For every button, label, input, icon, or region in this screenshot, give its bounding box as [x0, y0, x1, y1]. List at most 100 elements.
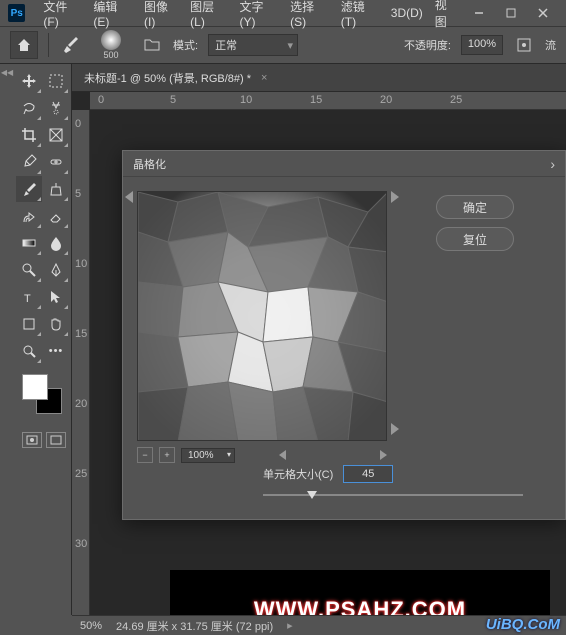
- ruler-tick: 10: [240, 94, 252, 106]
- ruler-tick: 15: [75, 328, 87, 340]
- menu-edit[interactable]: 编辑(E): [87, 0, 138, 29]
- brush-tool[interactable]: [16, 176, 42, 202]
- move-tool[interactable]: [16, 68, 42, 94]
- preview-area: − + 100%: [137, 191, 387, 463]
- dialog-titlebar[interactable]: 晶格化 ›: [123, 151, 565, 177]
- document-title: 未标题-1 @ 50% (背景, RGB/8#) *: [84, 70, 251, 86]
- flow-label-partial: 流: [545, 37, 556, 53]
- hand-tool[interactable]: [43, 311, 69, 337]
- preview-prev-icon[interactable]: [279, 450, 286, 460]
- lasso-tool[interactable]: [16, 95, 42, 121]
- menu-layer[interactable]: 图层(L): [184, 0, 233, 29]
- preview-nav-up-icon[interactable]: [125, 191, 133, 203]
- cell-size-label: 单元格大小(C): [263, 466, 333, 482]
- ruler-tick: 5: [170, 94, 176, 106]
- healing-tool[interactable]: [43, 149, 69, 175]
- ruler-tick: 0: [98, 94, 104, 106]
- ruler-tick: 15: [310, 94, 322, 106]
- eyedropper-tool[interactable]: [16, 149, 42, 175]
- home-button[interactable]: [10, 31, 38, 59]
- tools-panel: T •••: [14, 64, 72, 615]
- blur-tool[interactable]: [43, 230, 69, 256]
- zoom-in-button[interactable]: +: [159, 447, 175, 463]
- foreground-color[interactable]: [22, 374, 48, 400]
- window-minimize-button[interactable]: [464, 3, 494, 23]
- ruler-tick: 25: [75, 468, 87, 480]
- tab-close-button[interactable]: ×: [261, 72, 267, 84]
- dialog-close-button[interactable]: ›: [550, 156, 555, 172]
- ruler-tick: 30: [75, 538, 87, 550]
- home-icon: [16, 37, 32, 53]
- menu-type[interactable]: 文字(Y): [234, 0, 285, 29]
- canvas-image: WWW.PSAHZ.COM: [170, 570, 550, 615]
- options-bar: 500 模式: 正常 不透明度: 100% 流: [0, 26, 566, 64]
- status-zoom[interactable]: 50%: [80, 620, 102, 632]
- ruler-horizontal[interactable]: 0 5 10 15 20 25: [90, 92, 566, 110]
- menu-bar: Ps 文件(F) 编辑(E) 图像(I) 图层(L) 文字(Y) 选择(S) 滤…: [0, 0, 566, 26]
- status-dimensions: 24.69 厘米 x 31.75 厘米 (72 ppi): [116, 618, 273, 634]
- gradient-tool[interactable]: [16, 230, 42, 256]
- marquee-tool[interactable]: [43, 68, 69, 94]
- crystallize-dialog: 晶格化 › − + 100%: [122, 150, 566, 520]
- status-menu-arrow-icon[interactable]: ▸: [287, 619, 293, 632]
- ruler-tick: 20: [380, 94, 392, 106]
- quick-mask-toggle[interactable]: [22, 432, 42, 448]
- crop-tool[interactable]: [16, 122, 42, 148]
- menu-image[interactable]: 图像(I): [138, 0, 184, 29]
- menu-3d[interactable]: 3D(D): [385, 6, 429, 20]
- svg-text:T: T: [24, 293, 31, 305]
- type-tool[interactable]: T: [16, 284, 42, 310]
- clone-stamp-tool[interactable]: [43, 176, 69, 202]
- brush-preset-picker[interactable]: 500: [91, 30, 131, 60]
- brush-settings-button[interactable]: [141, 34, 163, 56]
- slider-track: [263, 494, 523, 496]
- slider-thumb-icon[interactable]: [307, 491, 317, 499]
- preview-next-icon[interactable]: [380, 450, 387, 460]
- menu-view[interactable]: 视图: [429, 0, 464, 30]
- filter-preview[interactable]: [137, 191, 387, 441]
- menu-file[interactable]: 文件(F): [37, 0, 87, 29]
- ok-button[interactable]: 确定: [436, 195, 514, 219]
- window-maximize-button[interactable]: [496, 3, 526, 23]
- ruler-tick: 10: [75, 258, 87, 270]
- history-brush-tool[interactable]: [16, 203, 42, 229]
- pen-tool[interactable]: [43, 257, 69, 283]
- zoom-out-button[interactable]: −: [137, 447, 153, 463]
- brush-icon: [61, 36, 79, 54]
- tool-preset-picker[interactable]: [59, 34, 81, 56]
- ruler-tick: 0: [75, 118, 81, 130]
- watermark-text: WWW.PSAHZ.COM: [254, 597, 466, 615]
- cell-size-slider[interactable]: [263, 489, 523, 501]
- panel-collapse-strip[interactable]: ◀◀: [0, 64, 14, 615]
- opacity-input[interactable]: 100%: [461, 35, 503, 55]
- collapse-arrow-icon: ◀◀: [1, 68, 13, 615]
- pressure-icon: [516, 37, 532, 53]
- quick-select-tool[interactable]: [43, 95, 69, 121]
- eraser-tool[interactable]: [43, 203, 69, 229]
- blend-mode-label: 模式:: [173, 37, 198, 53]
- menu-select[interactable]: 选择(S): [284, 0, 335, 29]
- shape-tool[interactable]: [16, 311, 42, 337]
- blend-mode-dropdown[interactable]: 正常: [208, 34, 298, 56]
- dodge-tool[interactable]: [16, 257, 42, 283]
- document-tab[interactable]: 未标题-1 @ 50% (背景, RGB/8#) * ×: [72, 64, 566, 92]
- preview-nav-right-top-icon[interactable]: [391, 191, 399, 203]
- dialog-title-text: 晶格化: [133, 156, 166, 172]
- color-swatches[interactable]: [22, 374, 66, 414]
- screen-mode-toggle[interactable]: [46, 432, 66, 448]
- frame-tool[interactable]: [43, 122, 69, 148]
- pressure-opacity-toggle[interactable]: [513, 34, 535, 56]
- brush-size-label: 500: [103, 50, 118, 60]
- site-watermark: UiBQ.CoM: [486, 616, 560, 633]
- ruler-vertical[interactable]: 0 5 10 15 20 25 30: [72, 110, 90, 615]
- zoom-tool[interactable]: [16, 338, 42, 364]
- menu-filter[interactable]: 滤镜(T): [335, 0, 385, 29]
- ruler-tick: 20: [75, 398, 87, 410]
- edit-toolbar-button[interactable]: •••: [43, 338, 69, 364]
- reset-button[interactable]: 复位: [436, 227, 514, 251]
- window-close-button[interactable]: [528, 3, 558, 23]
- preview-nav-right-bottom-icon[interactable]: [391, 423, 399, 435]
- cell-size-input[interactable]: [343, 465, 393, 483]
- path-select-tool[interactable]: [43, 284, 69, 310]
- zoom-level-dropdown[interactable]: 100%: [181, 448, 235, 463]
